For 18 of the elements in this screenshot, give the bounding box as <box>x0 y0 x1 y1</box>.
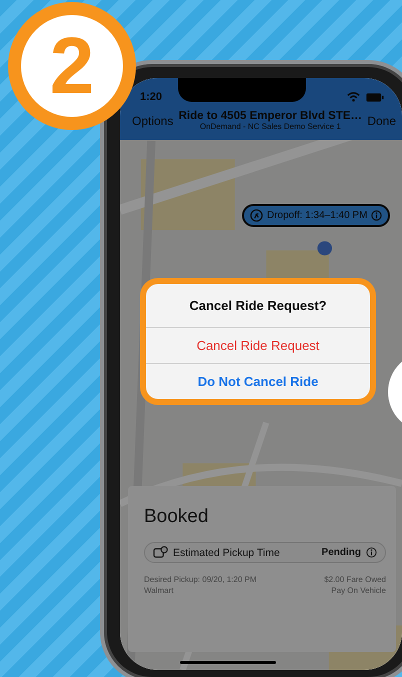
done-button[interactable]: Done <box>367 114 396 128</box>
dialog-action[interactable]: Do Not Cancel Ride <box>146 363 370 399</box>
ride-subtitle: OnDemand - NC Sales Demo Service 1 <box>200 122 341 131</box>
dialog-action[interactable]: Cancel Ride Request <box>146 328 370 363</box>
pickup-place: Walmart <box>144 586 174 595</box>
pickup-time-label: Estimated Pickup Time <box>173 546 281 558</box>
status-time: 1:20 <box>140 91 164 103</box>
ride-title: Ride to 4505 Emperor Blvd STE… <box>178 110 362 122</box>
options-button[interactable]: Options <box>132 114 174 128</box>
fare-owed: $2.00 Fare Owed <box>324 575 386 584</box>
pickup-time-value: Pending <box>322 547 361 558</box>
pickup-time-pill[interactable]: Estimated Pickup Time Pending <box>144 542 386 563</box>
dialog-title: Cancel Ride Request? <box>146 284 370 328</box>
desired-pickup: Desired Pickup: 09/20, 1:20 PM <box>144 575 257 584</box>
payment-method: Pay On Vehicle <box>331 586 386 595</box>
dropoff-time: Dropoff: 1:34–1:40 PM <box>267 210 368 221</box>
ride-status: Booked <box>144 506 210 528</box>
dropoff-callout[interactable]: Dropoff: 1:34–1:40 PM <box>242 204 390 227</box>
